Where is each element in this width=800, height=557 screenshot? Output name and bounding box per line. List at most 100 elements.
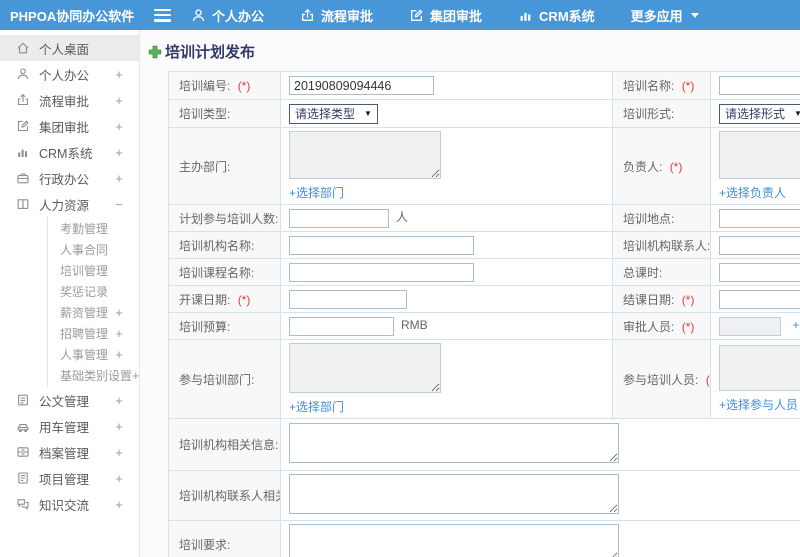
budget-input[interactable] — [289, 316, 394, 336]
hamburger-menu-icon[interactable] — [154, 8, 171, 22]
submenu-item-recruit-mgmt[interactable]: 招聘管理 + — [48, 323, 139, 344]
expand-plus[interactable]: + — [114, 497, 124, 512]
home-icon — [16, 41, 30, 55]
org-name-input[interactable] — [289, 235, 474, 255]
topnav-personal-office[interactable]: 个人办公 — [191, 6, 264, 25]
required-mark: (*) — [705, 372, 710, 387]
field-label: 培训机构名称: — [179, 238, 255, 253]
expand-plus[interactable]: + — [114, 347, 124, 362]
sidebar-item-personal-office[interactable]: 个人办公 + — [0, 61, 139, 87]
topnav-workflow-approval[interactable]: 流程审批 — [300, 6, 373, 25]
leader-label-cell: 负责人: (*) — [612, 127, 711, 205]
sidebar-item-human-resources[interactable]: 人力资源 − — [0, 191, 139, 217]
expand-plus[interactable]: + — [114, 326, 124, 341]
org-contact-info-textarea[interactable] — [289, 474, 619, 514]
sidebar: 个人桌面 个人办公 + 流程审批 + 集团审批 + CRM系统 + 行政办公 + — [0, 30, 140, 557]
document-icon — [16, 393, 30, 407]
sidebar-item-knowledge-exchange[interactable]: 知识交流 + — [0, 491, 139, 517]
expand-plus[interactable]: + — [114, 393, 124, 408]
sidebar-item-document-mgmt[interactable]: 公文管理 + — [0, 387, 139, 413]
topnav-more-apps[interactable]: 更多应用 — [631, 6, 699, 25]
org-name-label-cell: 培训机构名称: — [168, 231, 281, 259]
select-dept-link[interactable]: +选择部门 — [289, 186, 344, 200]
training-no-input[interactable] — [289, 76, 434, 95]
select-dept-link[interactable]: +选择部门 — [289, 400, 344, 414]
sidebar-item-crm-system[interactable]: CRM系统 + — [0, 139, 139, 165]
field-label: 培训机构相关信息: — [179, 438, 279, 452]
topnav-crm-system[interactable]: CRM系统 — [518, 6, 595, 25]
org-contact-info-label-cell: 培训机构联系人相关信息: — [168, 470, 281, 521]
join-dept-label-cell: 参与培训部门: — [168, 339, 281, 419]
field-label: 培训课程名称: — [179, 265, 255, 280]
planned-count-input[interactable] — [289, 208, 389, 228]
requirement-textarea[interactable] — [289, 524, 619, 557]
submenu-item-personnel-mgmt[interactable]: 人事管理 + — [48, 344, 139, 365]
select-leader-link[interactable]: +选择负责人 — [719, 186, 786, 200]
total-hours-label-cell: 总课时: — [612, 258, 711, 286]
sidebar-item-archive-mgmt[interactable]: 档案管理 + — [0, 439, 139, 465]
join-dept-textarea[interactable] — [289, 343, 441, 393]
expand-plus[interactable]: + — [114, 445, 124, 460]
submenu-item-attendance[interactable]: 考勤管理 — [48, 218, 139, 239]
sidebar-item-admin-office[interactable]: 行政办公 + — [0, 165, 139, 191]
sidebar-item-workflow-approval[interactable]: 流程审批 + — [0, 87, 139, 113]
org-contact-input[interactable] — [719, 235, 800, 255]
field-label: 培训编号: — [179, 79, 231, 93]
field-label: 参与培训人员: — [623, 372, 699, 387]
host-dept-textarea[interactable] — [289, 131, 441, 179]
total-hours-input[interactable] — [719, 262, 800, 282]
caret-down-icon — [690, 12, 699, 18]
expand-plus[interactable]: + — [114, 93, 124, 108]
chat-icon — [16, 497, 30, 511]
submenu-item-reward-punish[interactable]: 奖惩记录 — [48, 281, 139, 302]
expand-plus[interactable]: + — [114, 471, 124, 486]
join-person-textarea[interactable] — [719, 345, 800, 391]
training-name-input[interactable] — [719, 76, 800, 95]
collapse-minus[interactable]: − — [114, 197, 124, 212]
expand-plus[interactable]: + — [114, 145, 124, 160]
training-name-label-cell: 培训名称: (*) — [612, 71, 711, 100]
expand-plus[interactable]: + — [114, 171, 124, 186]
submenu-item-base-category[interactable]: 基础类别设置 + — [48, 365, 139, 386]
training-no-label-cell: 培训编号: (*) — [168, 71, 281, 100]
field-label: 培训类型: — [179, 107, 231, 121]
required-mark: (*) — [237, 292, 251, 307]
select-participants-link[interactable]: +选择参与人员 — [719, 398, 798, 412]
course-name-input[interactable] — [289, 262, 474, 282]
org-info-textarea[interactable] — [289, 423, 619, 463]
end-date-input[interactable] — [719, 289, 800, 309]
start-date-label-cell: 开课日期: (*) — [168, 285, 281, 313]
submenu-item-training-mgmt[interactable]: 培训管理 — [48, 260, 139, 281]
expand-plus[interactable]: + — [114, 67, 124, 82]
app-brand: PHPOA协同办公软件 — [10, 8, 135, 24]
field-label: 结课日期: — [623, 292, 675, 307]
select-arrow-icon: ▼ — [794, 109, 800, 118]
bar-chart-icon — [16, 145, 30, 159]
archive-icon — [16, 445, 30, 459]
budget-label-cell: 培训预算: — [168, 312, 281, 340]
unit-suffix: 人 — [396, 210, 409, 225]
field-label: 培训要求: — [179, 538, 231, 552]
field-label: 计划参与培训人数: — [179, 211, 279, 226]
location-input[interactable] — [719, 208, 800, 228]
training-form-select[interactable]: 请选择形式 ▼ — [719, 103, 800, 124]
leader-textarea[interactable] — [719, 131, 800, 179]
sidebar-item-personal-desktop[interactable]: 个人桌面 — [0, 35, 139, 61]
app-window: PHPOA协同办公软件 个人办公 流程审批 集团审批 CRM系统 更多应用 个人… — [0, 0, 800, 557]
expand-plus[interactable]: + — [132, 368, 139, 383]
sidebar-item-project-mgmt[interactable]: 项目管理 + — [0, 465, 139, 491]
sidebar-item-vehicle-mgmt[interactable]: 用车管理 + — [0, 413, 139, 439]
top-navigation: 个人办公 流程审批 集团审批 CRM系统 更多应用 — [191, 6, 699, 25]
select-approver-link[interactable]: +选择审批人员 — [792, 318, 800, 332]
topnav-group-approval[interactable]: 集团审批 — [409, 6, 482, 25]
sidebar-item-group-approval[interactable]: 集团审批 + — [0, 113, 139, 139]
approver-input[interactable] — [719, 316, 781, 336]
submenu-item-hr-contract[interactable]: 人事合同 — [48, 239, 139, 260]
expand-plus[interactable]: + — [114, 119, 124, 134]
submenu-item-salary-mgmt[interactable]: 薪资管理 + — [48, 302, 139, 323]
expand-plus[interactable]: + — [114, 305, 124, 320]
field-label: 开课日期: — [179, 292, 231, 307]
start-date-input[interactable] — [289, 289, 407, 309]
expand-plus[interactable]: + — [114, 419, 124, 434]
training-type-select[interactable]: 请选择类型 ▼ — [289, 103, 378, 124]
